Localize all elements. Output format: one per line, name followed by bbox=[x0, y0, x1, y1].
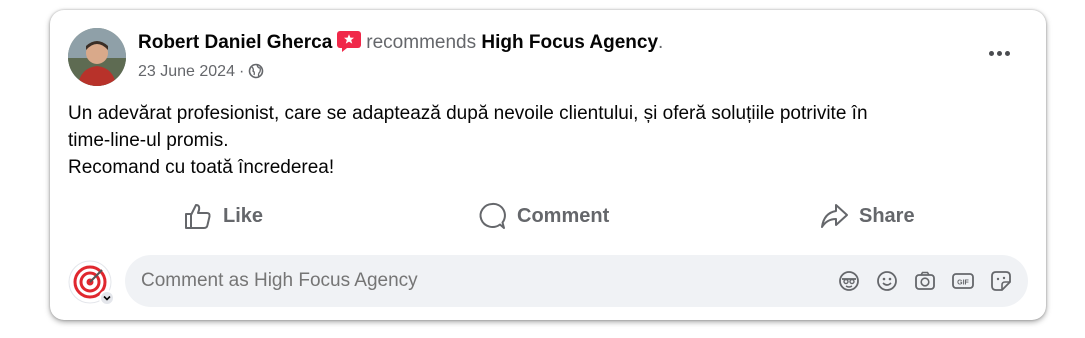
meta-separator: · bbox=[238, 63, 245, 80]
dot-icon bbox=[996, 50, 1002, 56]
globe-icon bbox=[248, 63, 264, 79]
more-options-button[interactable] bbox=[982, 40, 1016, 66]
post-header: Robert Daniel Gherca recommends High Focu… bbox=[138, 30, 663, 56]
speech-bubble-icon bbox=[479, 202, 506, 229]
comment-button[interactable]: Comment bbox=[477, 198, 609, 234]
svg-text:GIF: GIF bbox=[957, 280, 969, 287]
like-button[interactable]: Like bbox=[183, 198, 263, 234]
header-period: . bbox=[658, 32, 664, 53]
dot-icon bbox=[988, 50, 994, 56]
camera-icon[interactable] bbox=[912, 268, 938, 294]
recommend-icon bbox=[336, 30, 362, 52]
like-label: Like bbox=[223, 204, 264, 227]
action-bar: Like Comment Share bbox=[50, 198, 1046, 234]
recommendation-post: Robert Daniel Gherca recommends High Focu… bbox=[50, 10, 1046, 320]
recommends-verb: recommends bbox=[366, 32, 477, 53]
author-name[interactable]: Robert Daniel Gherca bbox=[138, 32, 332, 53]
gif-icon[interactable]: GIF bbox=[950, 268, 976, 294]
post-body: Un adevărat profesionist, care se adapte… bbox=[68, 100, 1018, 181]
post-date[interactable]: 23 June 2024 bbox=[138, 63, 235, 80]
body-line: Un adevărat profesionist, care se adapte… bbox=[68, 103, 868, 124]
sticker-icon[interactable] bbox=[988, 268, 1014, 294]
emoji-icon[interactable] bbox=[874, 268, 900, 294]
dot-icon bbox=[1004, 50, 1010, 56]
composer-tools: GIF bbox=[836, 268, 1014, 294]
page-name[interactable]: High Focus Agency bbox=[481, 32, 658, 53]
body-line: time-line-ul promis. bbox=[68, 130, 229, 151]
thumbs-up-icon bbox=[185, 204, 211, 229]
comment-label: Comment bbox=[517, 204, 610, 227]
comment-composer[interactable]: GIF bbox=[125, 255, 1028, 307]
comment-input[interactable] bbox=[141, 255, 741, 307]
body-line: Recomand cu toată încrederea! bbox=[68, 157, 335, 178]
author-avatar[interactable] bbox=[68, 28, 126, 86]
share-arrow-icon bbox=[821, 204, 848, 228]
share-button[interactable]: Share bbox=[819, 198, 915, 234]
post-meta: 23 June 2024 · bbox=[138, 62, 264, 82]
avatar-sticker-icon[interactable] bbox=[836, 268, 862, 294]
chevron-down-icon[interactable] bbox=[99, 290, 115, 306]
share-label: Share bbox=[859, 204, 915, 227]
